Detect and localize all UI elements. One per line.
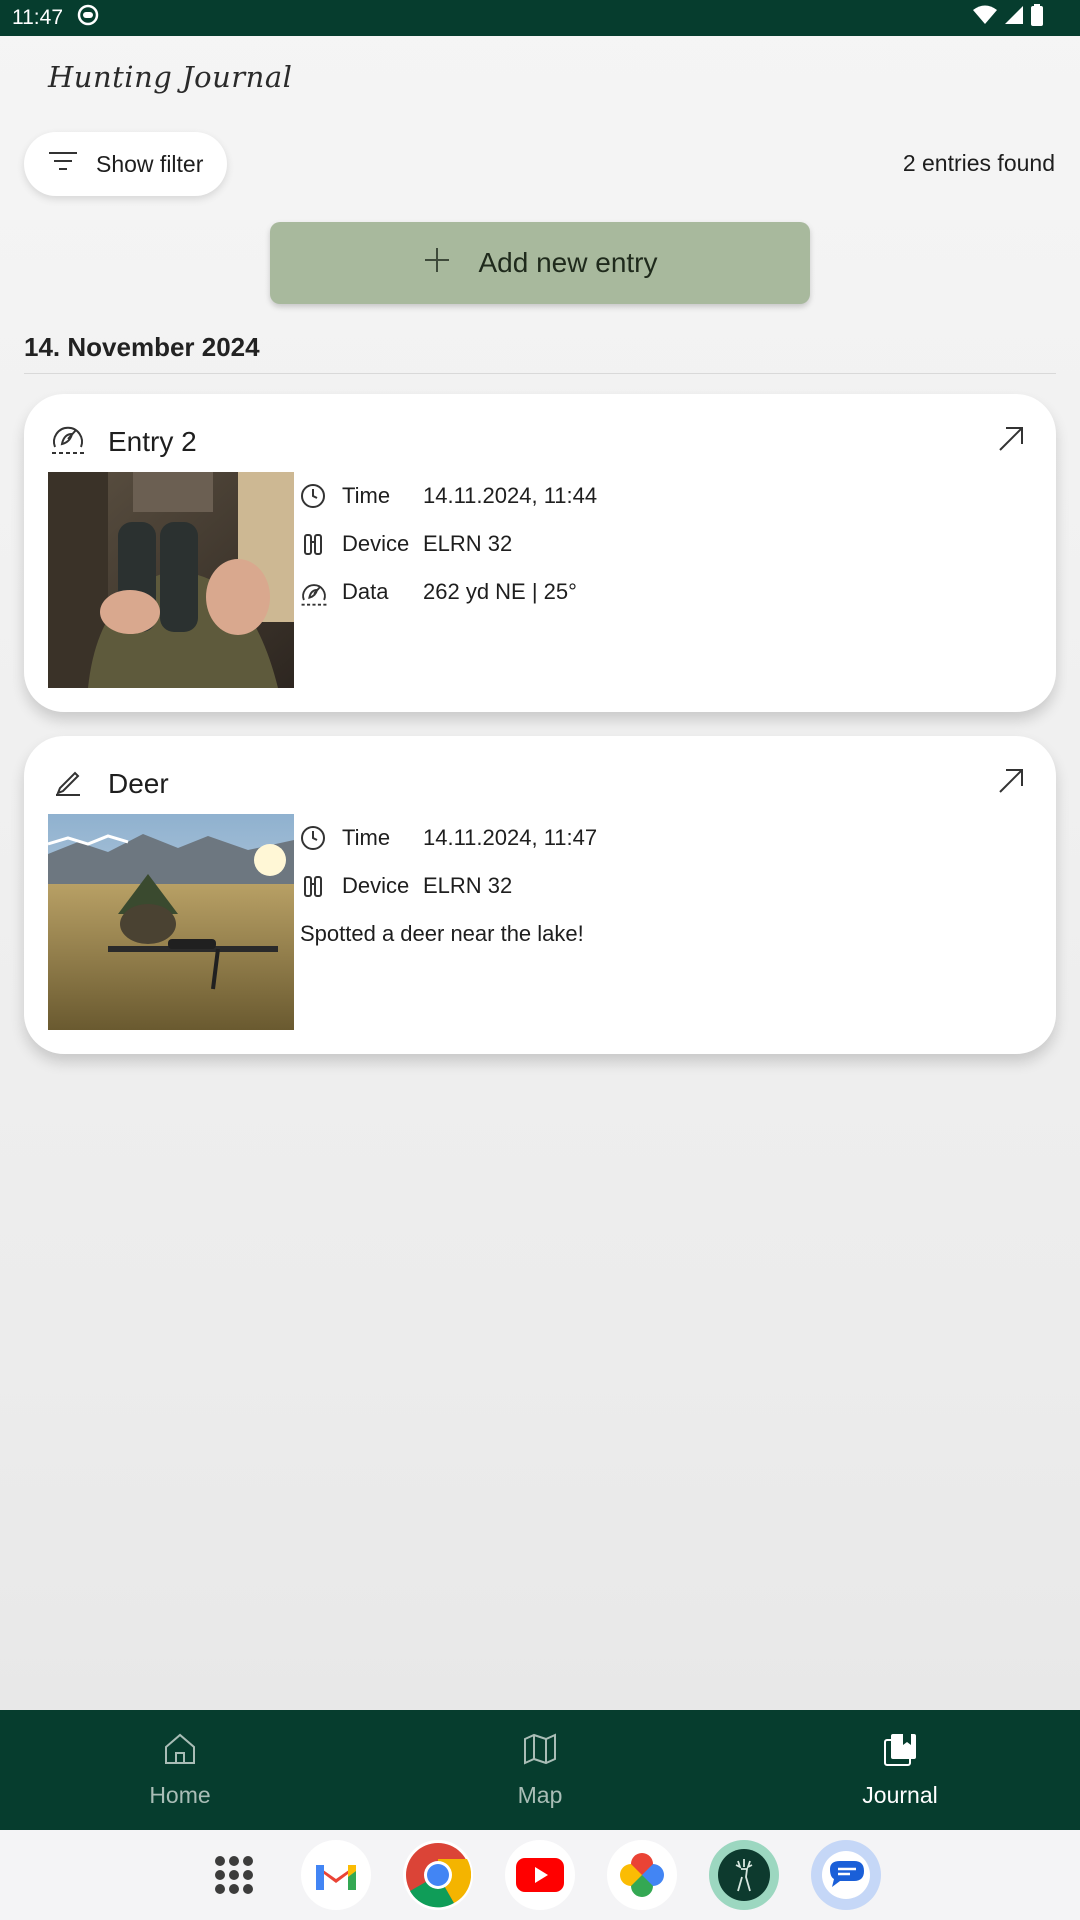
messages-icon[interactable] [811, 1840, 881, 1910]
sync-icon [77, 4, 99, 32]
rangefinder-icon [300, 579, 327, 606]
detail-value: ELRN 32 [423, 531, 513, 556]
show-filter-button[interactable]: Show filter [24, 132, 227, 196]
journal-icon [882, 1732, 918, 1772]
chrome-icon[interactable] [403, 1840, 473, 1910]
detail-label: Data [342, 579, 389, 604]
detail-label: Time [342, 825, 391, 850]
bottom-navigation: Home Map Journal [0, 1710, 1080, 1830]
youtube-icon[interactable] [505, 1840, 575, 1910]
clock-icon [300, 483, 326, 509]
status-bar: 11:47 [0, 0, 1080, 36]
detail-value: 14.11.2024, 11:44 [423, 483, 598, 508]
entry-title: Entry 2 [108, 425, 197, 457]
nav-item-map[interactable]: Map [360, 1710, 720, 1830]
nav-label: Journal [862, 1781, 938, 1808]
entry-photo [48, 814, 294, 1030]
nav-item-journal[interactable]: Journal [720, 1710, 1080, 1830]
add-new-entry-label: Add new entry [478, 247, 658, 278]
filter-icon [48, 150, 78, 178]
detail-label: Device [342, 873, 410, 898]
detail-data: Data 262 yd NE | 25° [300, 568, 597, 616]
detail-value: 262 yd NE | 25° [423, 579, 577, 604]
plus-icon [423, 246, 451, 281]
detail-device: Device ELRN 32 [300, 862, 597, 910]
clock-icon [300, 825, 326, 851]
date-group-header: 14. November 2024 [24, 332, 1056, 374]
gmail-icon[interactable] [301, 1840, 371, 1910]
detail-value: 14.11.2024, 11:47 [423, 825, 598, 850]
detail-label: Device [342, 531, 410, 556]
entry-title: Deer [108, 767, 169, 799]
hunting-app-icon[interactable] [709, 1840, 779, 1910]
entries-count: 2 entries found [902, 150, 1055, 176]
detail-label: Time [342, 483, 391, 508]
entry-note: Spotted a deer near the lake! [300, 921, 584, 946]
detail-value: ELRN 32 [423, 873, 513, 898]
pencil-icon [50, 762, 86, 805]
binoculars-icon [300, 873, 326, 899]
photos-icon[interactable] [607, 1840, 677, 1910]
detail-device: Device ELRN 32 [300, 520, 597, 568]
status-time: 11:47 [12, 6, 63, 29]
add-new-entry-button[interactable]: Add new entry [270, 222, 810, 304]
map-icon [522, 1732, 558, 1772]
nav-item-home[interactable]: Home [0, 1710, 360, 1830]
wifi-icon [972, 5, 998, 31]
journal-entry-card[interactable]: Deer Time 14.11.2024, 11:47 Device ELRN … [24, 736, 1056, 1054]
show-filter-label: Show filter [96, 150, 204, 177]
binoculars-icon [300, 531, 326, 557]
app-dock [0, 1830, 1080, 1920]
open-entry-icon[interactable] [994, 422, 1028, 456]
open-entry-icon[interactable] [994, 764, 1028, 798]
nav-label: Home [149, 1781, 211, 1808]
nav-label: Map [517, 1781, 563, 1808]
rangefinder-icon [50, 420, 86, 463]
detail-time: Time 14.11.2024, 11:47 [300, 814, 597, 862]
battery-icon [1030, 4, 1044, 32]
journal-entry-card[interactable]: Entry 2 Time 14.11.2024, 11:44 Device EL… [24, 394, 1056, 712]
home-icon [162, 1732, 198, 1772]
app-drawer-icon[interactable] [199, 1840, 269, 1910]
detail-time: Time 14.11.2024, 11:44 [300, 472, 597, 520]
signal-icon [1004, 5, 1024, 31]
page-title: Hunting Journal [48, 60, 293, 94]
entry-photo [48, 472, 294, 688]
